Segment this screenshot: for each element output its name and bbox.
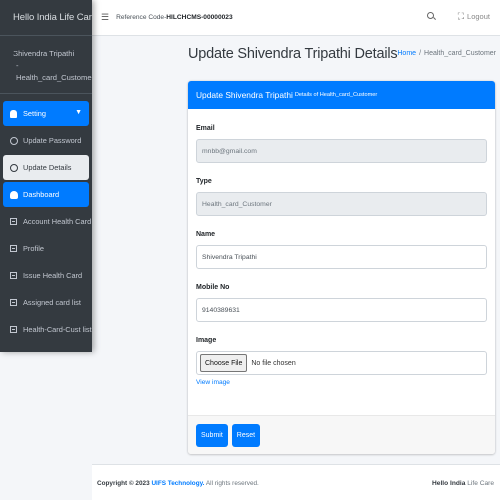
card-icon [9, 325, 18, 334]
card-icon [9, 271, 18, 280]
sidebar-item-partial[interactable] [3, 344, 89, 352]
user-role: - Health_card_Customer [16, 61, 92, 82]
email-label: Email [196, 125, 215, 132]
page-title: Update Shivendra Tripathi Details [188, 46, 398, 62]
sidebar-item-label: Assigned card list [23, 298, 81, 307]
top-navbar: ☰ Reference Code-HILCHCMS-00000023 ⛶ Log… [92, 0, 500, 36]
card-icon [9, 244, 18, 253]
card-footer: Submit Reset [188, 415, 495, 454]
logout-link[interactable]: Logout [467, 12, 490, 21]
name-label: Name [196, 231, 216, 238]
copyright-text: Copyright © 2023 UIFS Technology. All ri… [97, 480, 259, 487]
image-file-input[interactable]: Choose File No file chosen [196, 351, 487, 375]
reset-button[interactable]: Reset [231, 423, 261, 447]
card-header: Update Shivendra Tripathi Details of Hea… [188, 81, 495, 109]
footer-brand: Hello India Life Care [432, 480, 494, 487]
sidebar-item-issue-health-card[interactable]: Issue Health Card [3, 263, 89, 288]
email-field: mnbb@gmail.com [196, 139, 487, 163]
breadcrumb-home-link[interactable]: Home [397, 50, 416, 57]
mobile-label: Mobile No [196, 284, 230, 291]
card-body: Email mnbb@gmail.com Type Health_card_Cu… [188, 109, 495, 386]
card-title: Update Shivendra Tripathi [196, 90, 293, 100]
image-label: Image [196, 337, 217, 344]
company-link[interactable]: UIFS Technology. [151, 480, 204, 487]
sidebar-item-label: Setting [23, 109, 47, 118]
name-field[interactable]: Shivendra Tripathi [196, 245, 487, 269]
sidebar-item-setting[interactable]: Setting ▼ [3, 101, 89, 126]
sidebar-item-label: Account Health Card [23, 217, 92, 226]
sidebar-item-account-health-card[interactable]: Account Health Card [3, 209, 92, 234]
breadcrumb-separator: / [419, 50, 422, 57]
brand-title: Hello India Life Care [13, 12, 92, 23]
user-name[interactable]: Shivendra Tripathi [13, 48, 92, 60]
sidebar-item-label: Update Password [23, 136, 82, 145]
type-field: Health_card_Customer [196, 192, 487, 216]
sidebar-item-health-card-cust-list[interactable]: Health-Card-Cust list [3, 317, 92, 342]
card-icon [9, 217, 18, 226]
fullscreen-icon[interactable]: ⛶ [458, 11, 464, 22]
sidebar-item-label: Issue Health Card [23, 271, 83, 280]
sidebar-item-dashboard[interactable]: Dashboard [3, 182, 89, 207]
view-image-link[interactable]: View image [196, 379, 487, 386]
chevron-down-icon: ▼ [75, 109, 82, 116]
breadcrumb-current: Health_card_Customer [424, 50, 496, 57]
breadcrumb: Home / Health_card_Customer [397, 50, 496, 57]
sidebar: Hello India Life Care Shivendra Tripathi… [0, 0, 92, 352]
user-panel: Shivendra Tripathi - Health_card_Custome… [0, 36, 92, 94]
mobile-field[interactable]: 9140389631 [196, 298, 487, 322]
menu-toggle-icon[interactable]: ☰ [101, 12, 109, 23]
sidebar-item-label: Health-Card-Cust list [23, 325, 92, 334]
dashboard-icon [9, 190, 18, 199]
brand-link[interactable]: Hello India Life Care [0, 0, 92, 36]
sidebar-item-assigned-card-list[interactable]: Assigned card list [3, 290, 89, 315]
choose-file-button[interactable]: Choose File [200, 354, 248, 372]
sidebar-item-label: Profile [23, 244, 44, 253]
submit-button[interactable]: Submit [196, 423, 228, 447]
gear-icon [9, 109, 18, 118]
card-subtitle: Details of Health_card_Customer [294, 92, 378, 98]
page-footer: Copyright © 2023 UIFS Technology. All ri… [92, 464, 500, 500]
search-icon[interactable] [427, 12, 436, 21]
sidebar-item-profile[interactable]: Profile [3, 236, 89, 261]
sidebar-item-update-details[interactable]: Update Details [3, 155, 89, 180]
type-label: Type [196, 178, 212, 185]
sidebar-nav: Setting ▼ Update Password Update Details… [0, 94, 92, 352]
update-details-card: Update Shivendra Tripathi Details of Hea… [188, 81, 495, 454]
file-status-text: No file chosen [251, 359, 296, 367]
content-header: Update Shivendra Tripathi Details Home / H… [188, 46, 496, 66]
sidebar-item-update-password[interactable]: Update Password [3, 128, 89, 153]
circle-icon [9, 136, 18, 145]
reference-code: Reference Code-HILCHCMS-00000023 [116, 14, 233, 21]
card-icon [9, 298, 18, 307]
sidebar-item-label: Update Details [23, 163, 72, 172]
circle-icon [9, 163, 18, 172]
sidebar-item-label: Dashboard [23, 190, 60, 199]
